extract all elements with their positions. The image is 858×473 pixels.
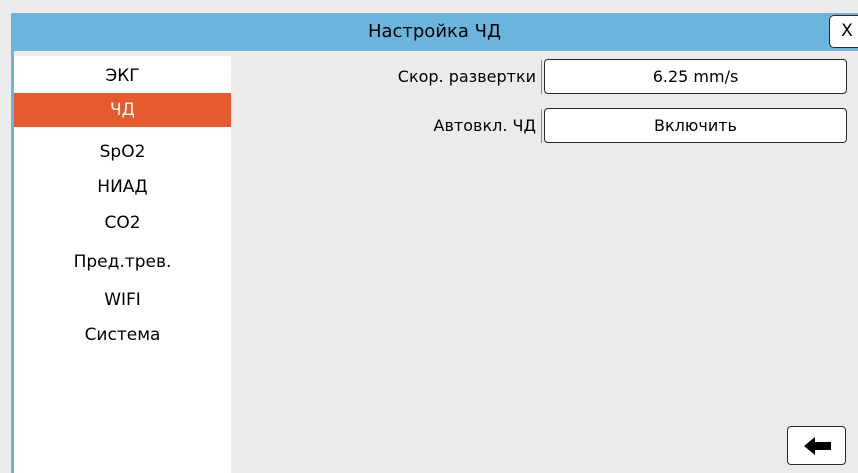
auto-resp-select[interactable]: Включить (544, 108, 847, 143)
sidebar-item-wifi[interactable]: WIFI (14, 283, 231, 317)
sidebar-item-system[interactable]: Система (14, 318, 231, 352)
field-divider (541, 109, 542, 143)
sweep-speed-select[interactable]: 6.25 mm/s (544, 59, 847, 94)
sidebar-item-resp[interactable]: ЧД (14, 93, 231, 127)
sidebar-item-nibp[interactable]: НИАД (14, 170, 231, 204)
auto-resp-label: Автовкл. ЧД (433, 116, 536, 135)
title-bar: Настройка ЧД X (11, 13, 858, 51)
sidebar-item-spo2[interactable]: SpO2 (14, 135, 231, 169)
close-button[interactable]: X (829, 15, 858, 48)
back-button[interactable] (787, 426, 846, 465)
sidebar-menu: ЭКГ ЧД SpO2 НИАД CO2 Пред.трев. WIFI Сис… (14, 56, 231, 473)
sidebar-item-co2[interactable]: CO2 (14, 206, 231, 240)
field-divider (541, 60, 542, 94)
sweep-speed-label: Скор. развертки (397, 67, 536, 86)
window-title: Настройка ЧД (367, 21, 502, 42)
sidebar-item-alarm-limits[interactable]: Пред.трев. (14, 245, 231, 279)
sidebar-item-ecg[interactable]: ЭКГ (14, 59, 231, 93)
arrow-left-icon (804, 437, 831, 455)
